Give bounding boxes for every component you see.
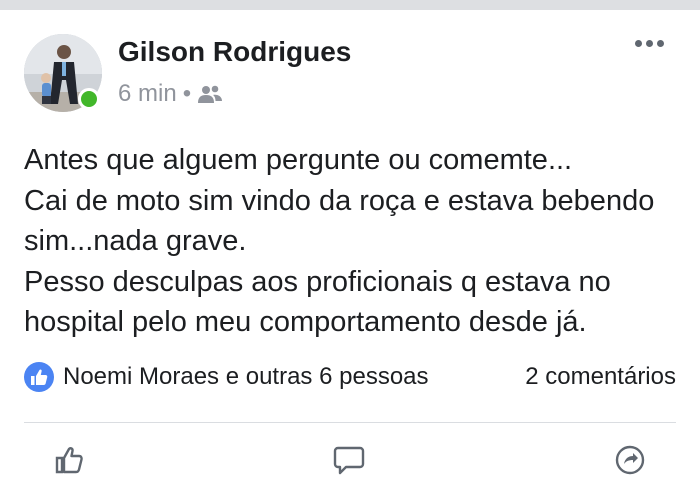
action-bar (24, 440, 676, 480)
comments-count[interactable]: 2 comentários (525, 362, 676, 392)
post-meta: 6 min • (118, 80, 223, 108)
share-button[interactable] (584, 440, 676, 480)
comment-icon (333, 446, 365, 475)
friends-icon[interactable] (197, 84, 223, 104)
more-dot-1 (635, 40, 642, 47)
reactions-summary[interactable]: Noemi Moraes e outras 6 pessoas (24, 362, 429, 392)
more-dot-2 (646, 40, 653, 47)
comment-button[interactable] (303, 440, 395, 480)
author-name[interactable]: Gilson Rodrigues (118, 36, 351, 68)
like-icon (24, 362, 54, 392)
online-status-indicator (78, 88, 100, 110)
more-dot-3 (657, 40, 664, 47)
post-timestamp[interactable]: 6 min (118, 80, 177, 108)
post-card: Gilson Rodrigues 6 min • Antes que algue… (0, 10, 700, 475)
more-options-icon[interactable] (635, 40, 664, 47)
reactions-text: Noemi Moraes e outras 6 pessoas (63, 363, 429, 390)
post-text: Antes que alguem pergunte ou comemte... … (24, 144, 655, 338)
share-icon (615, 445, 645, 475)
like-button[interactable] (24, 440, 114, 480)
thumbs-up-icon (55, 447, 83, 474)
divider (24, 422, 676, 423)
top-strip (0, 0, 700, 10)
meta-separator: • (182, 80, 192, 107)
